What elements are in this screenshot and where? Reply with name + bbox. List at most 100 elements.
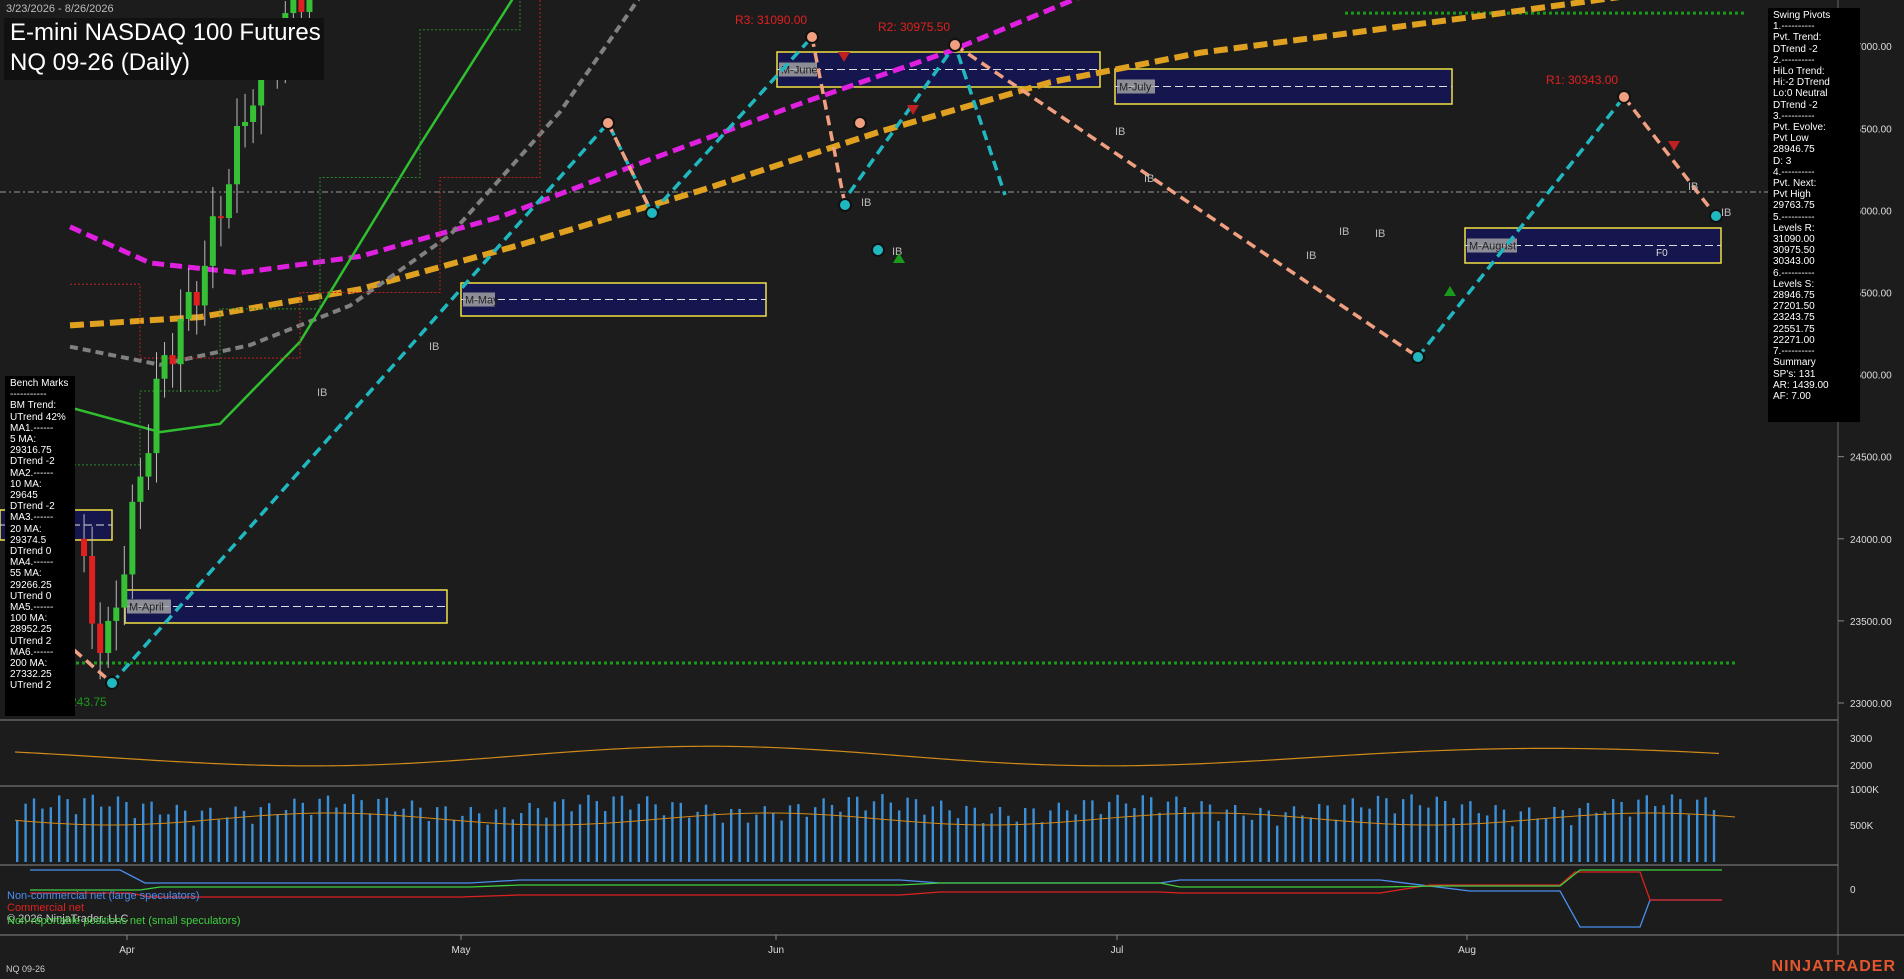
volume-bar: [1351, 798, 1354, 862]
volume-bar: [108, 806, 111, 862]
volume-bar: [965, 805, 968, 862]
ib-label: IB: [1375, 228, 1385, 240]
price-tick-label: 24500.00: [1850, 453, 1892, 464]
r3-label: R3: 31090.00: [735, 13, 807, 27]
volume-bar: [385, 797, 388, 862]
price-tick-label: 23500.00: [1850, 617, 1892, 628]
volume-bar: [1519, 811, 1522, 862]
swing-pivot-marker: [948, 38, 962, 52]
volume-bar: [1259, 807, 1262, 862]
volume-bar: [898, 810, 901, 862]
volume-bar: [587, 794, 590, 862]
date-range: 3/23/2026 - 8/26/2026: [6, 3, 114, 15]
volume-bar: [679, 802, 682, 862]
volume-bar: [1368, 808, 1371, 862]
candle-up: [113, 607, 120, 621]
volume-bar: [578, 804, 582, 862]
volume-bar: [1477, 813, 1480, 862]
volume-bar: [948, 810, 951, 862]
candle-up: [129, 501, 136, 575]
volume-bar: [503, 807, 506, 862]
volume-bar: [1032, 808, 1035, 862]
swing-pivot-marker: [1617, 90, 1631, 104]
swing-pivot-marker: [838, 198, 852, 212]
volume-bar: [797, 804, 800, 862]
volume-bar: [1561, 810, 1564, 862]
swing-pivots-panel: Swing Pivots 1.---------- Pvt. Trend: DT…: [1768, 8, 1860, 422]
volume-bar: [982, 823, 985, 862]
candle-down: [217, 216, 224, 219]
volume-bar: [83, 798, 86, 862]
volume-bar: [662, 815, 666, 862]
ib-label: IB: [429, 341, 439, 353]
volume-bar: [452, 819, 456, 862]
volume-bar: [1040, 822, 1044, 862]
volume-bar: [150, 801, 153, 862]
volume-bar: [318, 798, 321, 862]
volume-bar: [889, 802, 892, 862]
chart-canvas[interactable]: R3: 31090.00 R2: 30975.50 R1: 30343.00 243.…: [0, 0, 1904, 979]
ib-label: IB: [1115, 126, 1125, 138]
volume-bar: [1528, 807, 1531, 862]
volume-bar: [553, 801, 556, 862]
volume-bar: [66, 799, 69, 862]
volume-bar: [1418, 805, 1422, 862]
volume-bar: [234, 806, 237, 862]
volume-bar: [1444, 800, 1447, 862]
volume-bar: [1435, 796, 1438, 862]
cot-tick-label: 0: [1850, 885, 1856, 896]
volume-bar: [1200, 801, 1203, 862]
monthly-box-label: M-April: [129, 602, 164, 614]
volume-bar: [1469, 801, 1472, 862]
volume-bar: [520, 813, 523, 862]
volume-bar: [1427, 807, 1430, 862]
volume-bar: [839, 811, 842, 862]
volume-bar: [1150, 797, 1153, 862]
candle-up: [137, 476, 144, 502]
volume-bar: [58, 795, 61, 862]
volume-bar: [914, 799, 918, 862]
volume-bar: [1620, 801, 1623, 862]
volume-bar: [654, 804, 657, 862]
volume-bar: [293, 798, 296, 862]
volume-bar: [1679, 799, 1682, 862]
volume-bar: [822, 798, 825, 862]
ib-label: IB: [861, 197, 871, 209]
volume-bar: [1334, 819, 1338, 862]
volume-bar: [872, 801, 876, 862]
volume-bar: [1250, 819, 1254, 862]
candle-up: [201, 265, 208, 306]
volume-bar: [394, 811, 397, 862]
volume-bar: [1024, 807, 1027, 862]
volume-bar: [1393, 813, 1396, 862]
volume-bar: [444, 806, 447, 862]
volume-bar: [772, 813, 775, 862]
volume-bar: [620, 795, 624, 862]
time-tick-label: Aug: [1458, 945, 1476, 956]
volume-bar: [200, 810, 204, 862]
volume-bar: [1662, 805, 1665, 862]
volume-bar: [184, 810, 187, 862]
volume-bar: [1309, 817, 1312, 862]
candle-up: [185, 291, 192, 319]
volume-bar: [646, 796, 649, 862]
volume-bar: [1066, 810, 1069, 862]
volume-bar: [1318, 804, 1321, 862]
volume-bar: [595, 801, 598, 862]
volume-bar: [1687, 814, 1690, 862]
volume-bar: [763, 806, 766, 862]
candle-up: [250, 105, 257, 122]
volume-bar: [1192, 812, 1195, 862]
time-tick-label: May: [452, 945, 471, 956]
monthly-box-label: M-July: [1119, 82, 1152, 94]
ninjatrader-logo: NINJATRADER: [1771, 958, 1896, 975]
volume-bar: [1670, 794, 1674, 862]
candle-up: [225, 184, 232, 219]
volume-bar: [1696, 799, 1699, 862]
volume-bar: [1049, 810, 1052, 862]
volume-bar: [856, 796, 859, 862]
volume-bar: [276, 814, 279, 862]
volume-bar: [1603, 811, 1606, 862]
volume-bar: [32, 798, 36, 862]
candle-down: [89, 556, 96, 624]
